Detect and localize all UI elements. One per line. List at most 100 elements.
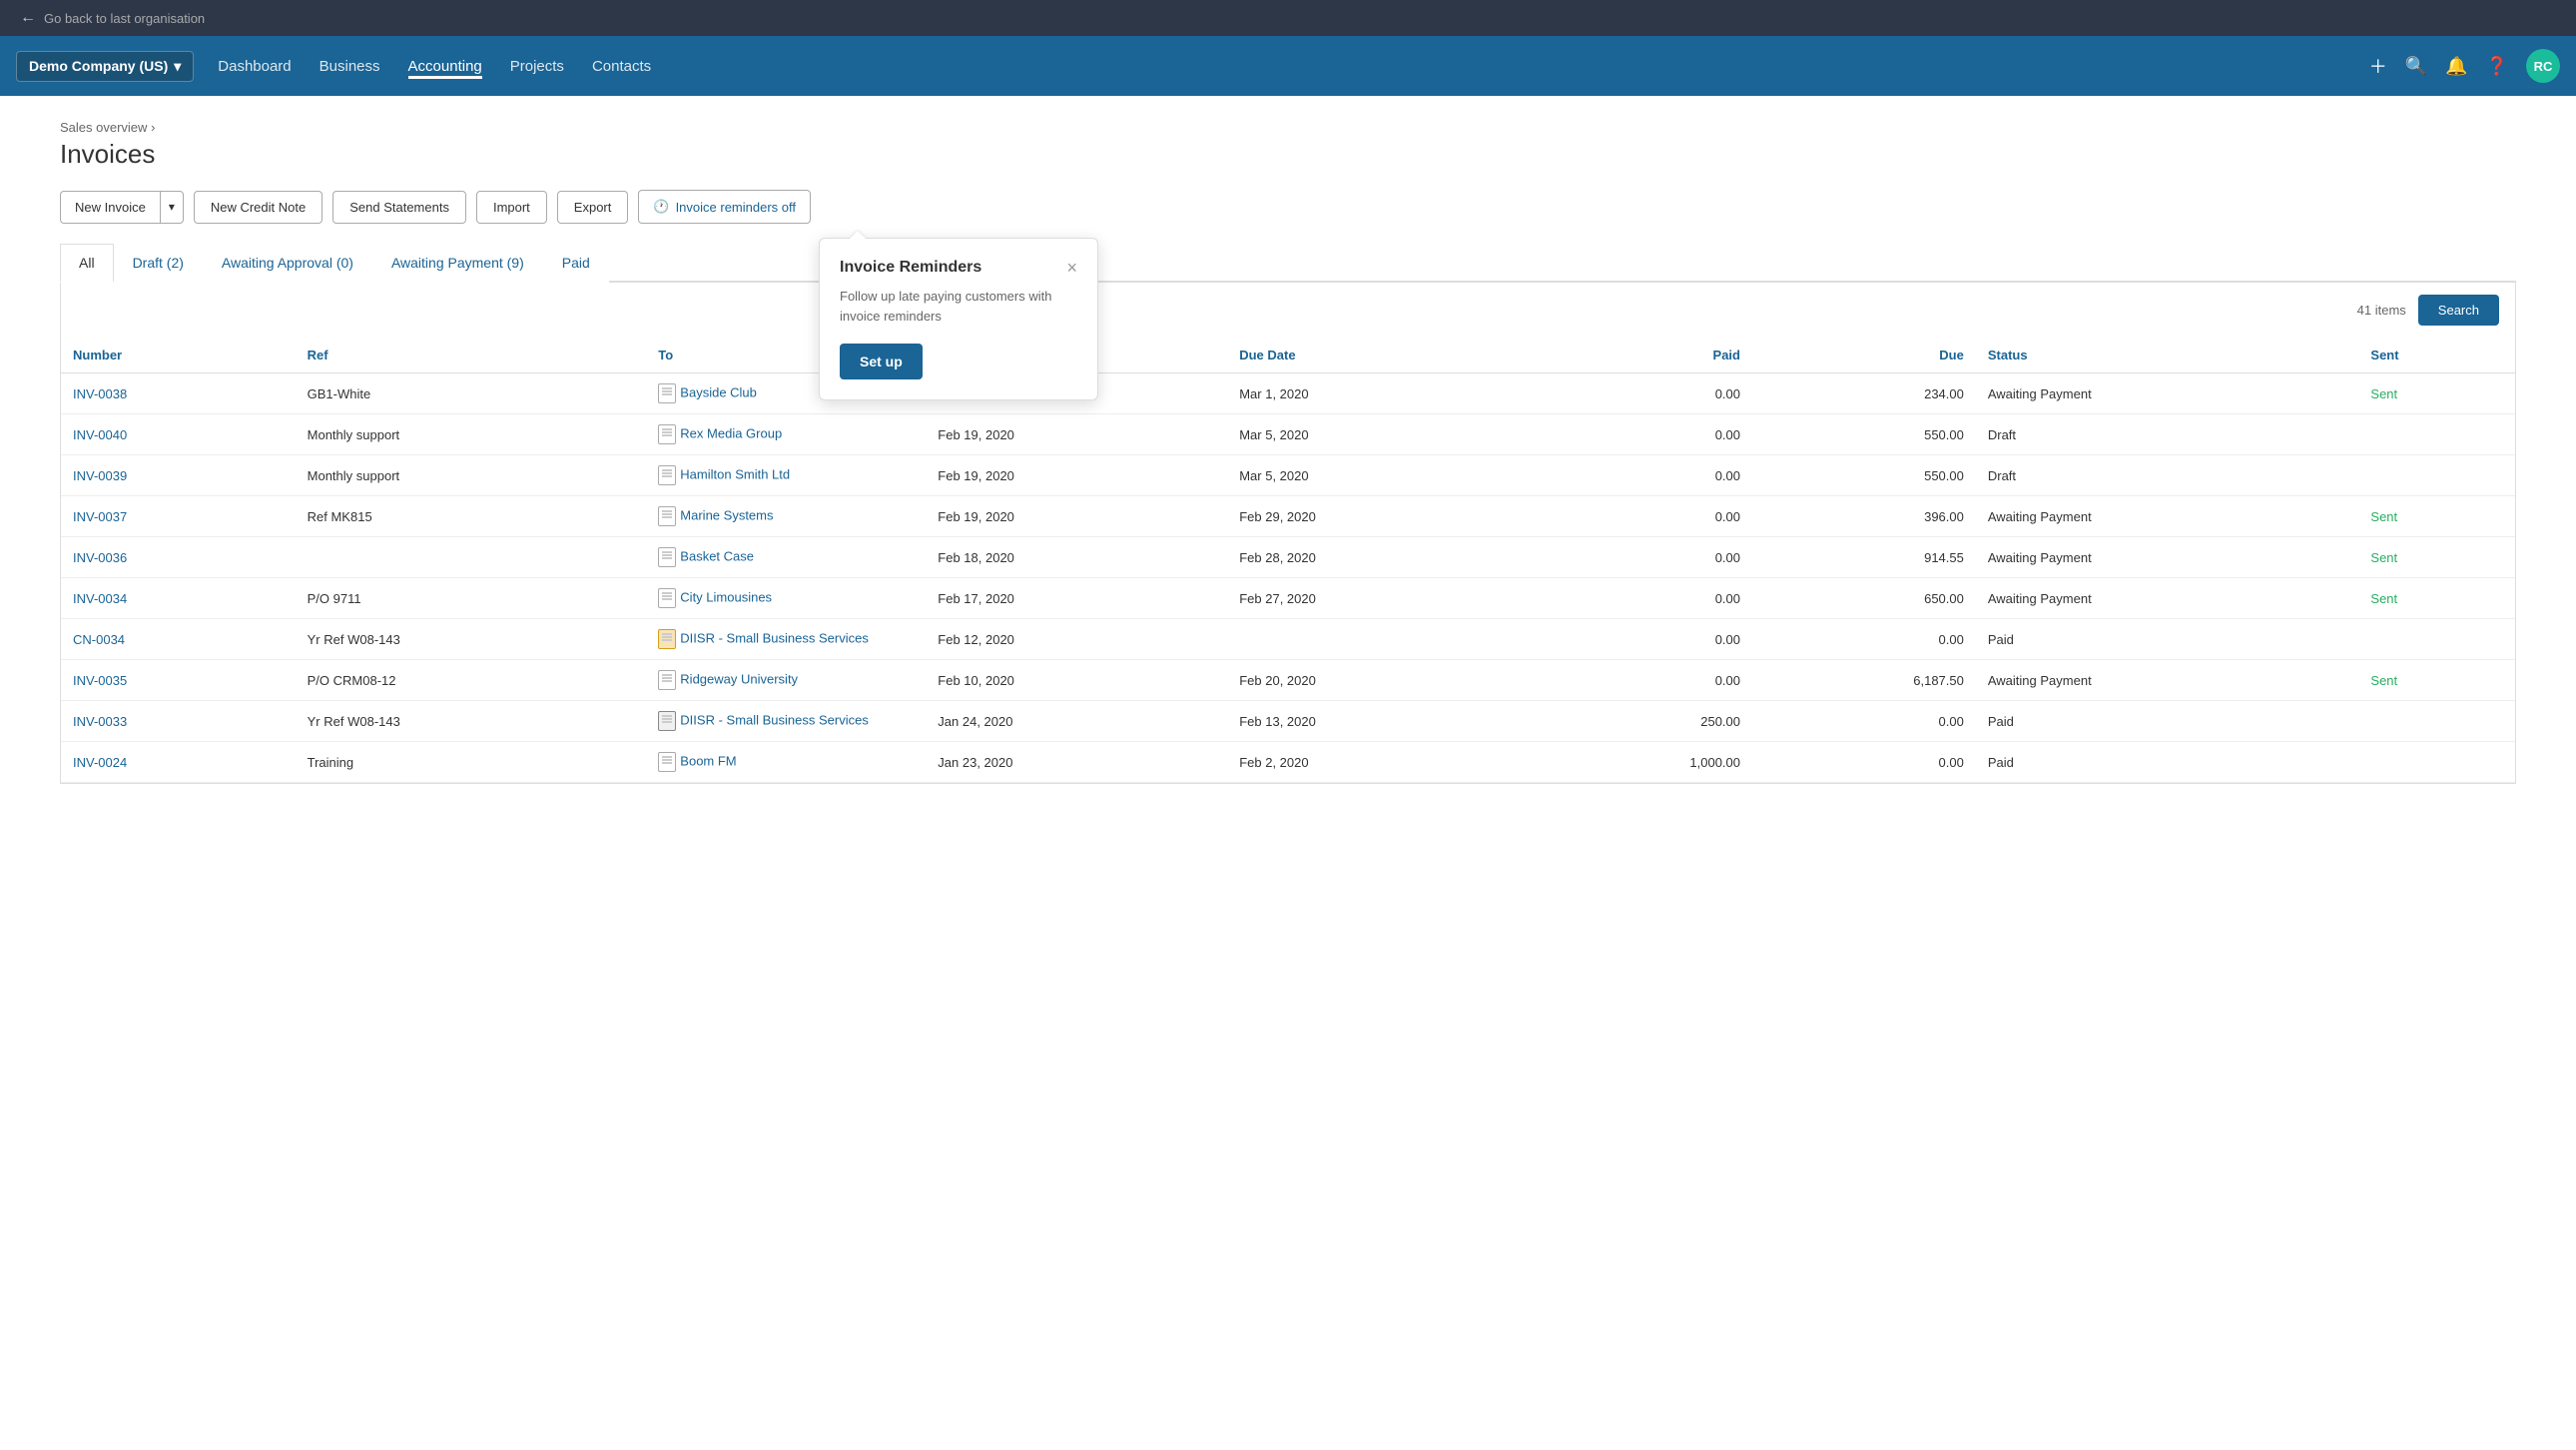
- contact-link[interactable]: Hamilton Smith Ltd: [680, 466, 790, 481]
- invoice-number-link[interactable]: INV-0035: [73, 673, 127, 688]
- cell-due-date: Mar 1, 2020: [1227, 373, 1529, 414]
- cell-due-date: Mar 5, 2020: [1227, 414, 1529, 455]
- cell-number: INV-0024: [61, 742, 296, 783]
- table-row[interactable]: INV-0035 P/O CRM08-12 Ridgeway Universit…: [61, 660, 2515, 701]
- invoices-table: Number Ref To Date ▼ Due Date Paid Due S…: [61, 338, 2515, 783]
- cell-to: DIISR - Small Business Services: [646, 701, 926, 742]
- table-row[interactable]: INV-0036 Basket Case Feb 18, 2020 Feb 28…: [61, 537, 2515, 578]
- invoice-number-link[interactable]: INV-0037: [73, 509, 127, 524]
- invoice-number-link[interactable]: INV-0036: [73, 550, 127, 565]
- invoice-number-link[interactable]: INV-0024: [73, 755, 127, 770]
- new-invoice-dropdown-button[interactable]: ▾: [160, 191, 184, 224]
- col-number[interactable]: Number: [61, 338, 296, 373]
- table-row[interactable]: INV-0040 Monthly support Rex Media Group…: [61, 414, 2515, 455]
- tab-paid[interactable]: Paid: [543, 244, 609, 283]
- nav-contacts[interactable]: Contacts: [592, 54, 651, 79]
- new-invoice-group: New Invoice ▾: [60, 191, 184, 224]
- company-switcher[interactable]: Demo Company (US) ▾: [16, 51, 194, 82]
- table-row[interactable]: INV-0037 Ref MK815 Marine Systems Feb 19…: [61, 496, 2515, 537]
- table-row[interactable]: INV-0024 Training Boom FM Jan 23, 2020 F…: [61, 742, 2515, 783]
- cell-to: DIISR - Small Business Services: [646, 619, 926, 660]
- popover-header: Invoice Reminders ×: [840, 259, 1077, 277]
- tab-draft[interactable]: Draft (2): [114, 244, 203, 283]
- cell-due: 0.00: [1752, 742, 1976, 783]
- cell-number: INV-0035: [61, 660, 296, 701]
- cell-number: INV-0037: [61, 496, 296, 537]
- col-ref[interactable]: Ref: [296, 338, 647, 373]
- cell-sent: [2358, 701, 2515, 742]
- invoice-number-link[interactable]: INV-0038: [73, 386, 127, 401]
- contact-link[interactable]: Ridgeway University: [680, 671, 798, 686]
- nav-links: Dashboard Business Accounting Projects C…: [218, 54, 2368, 79]
- cell-paid: 0.00: [1529, 619, 1752, 660]
- nav-projects[interactable]: Projects: [510, 54, 564, 79]
- contact-link[interactable]: Basket Case: [680, 548, 754, 563]
- cell-sent: Sent: [2358, 578, 2515, 619]
- breadcrumb-separator: ›: [151, 120, 155, 135]
- cell-due-date: Feb 28, 2020: [1227, 537, 1529, 578]
- table-row[interactable]: CN-0034 Yr Ref W08-143 DIISR - Small Bus…: [61, 619, 2515, 660]
- cell-ref: GB1-White: [296, 373, 647, 414]
- invoice-number-link[interactable]: INV-0033: [73, 714, 127, 729]
- cell-due-date: Feb 20, 2020: [1227, 660, 1529, 701]
- contact-link[interactable]: Bayside Club: [680, 384, 757, 399]
- col-due[interactable]: Due: [1752, 338, 1976, 373]
- cell-date: Feb 18, 2020: [926, 537, 1227, 578]
- col-paid[interactable]: Paid: [1529, 338, 1752, 373]
- contact-link[interactable]: Rex Media Group: [680, 425, 782, 440]
- cell-sent: [2358, 619, 2515, 660]
- search-icon[interactable]: 🔍: [2405, 56, 2427, 77]
- cell-ref: Yr Ref W08-143: [296, 701, 647, 742]
- table-row[interactable]: INV-0033 Yr Ref W08-143 DIISR - Small Bu…: [61, 701, 2515, 742]
- cell-status: Draft: [1976, 455, 2359, 496]
- invoice-number-link[interactable]: CN-0034: [73, 632, 125, 647]
- send-statements-button[interactable]: Send Statements: [332, 191, 466, 224]
- nav-business[interactable]: Business: [320, 54, 380, 79]
- tab-awaiting-payment[interactable]: Awaiting Payment (9): [372, 244, 543, 283]
- table-section: 41 items Search Number Ref To Date ▼ Due…: [60, 283, 2516, 784]
- plus-icon[interactable]: ＋: [2369, 53, 2387, 79]
- new-invoice-button[interactable]: New Invoice: [60, 191, 160, 224]
- breadcrumb-parent[interactable]: Sales overview: [60, 120, 147, 135]
- nav-dashboard[interactable]: Dashboard: [218, 54, 291, 79]
- col-sent[interactable]: Sent: [2358, 338, 2515, 373]
- cell-status: Paid: [1976, 619, 2359, 660]
- breadcrumb[interactable]: Sales overview ›: [60, 120, 2516, 135]
- cell-due-date: Mar 5, 2020: [1227, 455, 1529, 496]
- table-row[interactable]: INV-0034 P/O 9711 City Limousines Feb 17…: [61, 578, 2515, 619]
- cell-due: 550.00: [1752, 414, 1976, 455]
- contact-link[interactable]: Boom FM: [680, 753, 736, 768]
- contact-link[interactable]: Marine Systems: [680, 507, 773, 522]
- popover-close-button[interactable]: ×: [1066, 259, 1077, 277]
- cell-due: 914.55: [1752, 537, 1976, 578]
- cell-ref: Training: [296, 742, 647, 783]
- cell-number: INV-0036: [61, 537, 296, 578]
- contact-link[interactable]: DIISR - Small Business Services: [680, 630, 869, 645]
- table-row[interactable]: INV-0038 GB1-White Bayside Club Feb 20, …: [61, 373, 2515, 414]
- back-arrow-icon: ←: [20, 9, 36, 27]
- col-due-date[interactable]: Due Date: [1227, 338, 1529, 373]
- invoice-number-link[interactable]: INV-0040: [73, 427, 127, 442]
- invoice-reminders-button[interactable]: 🕐 Invoice reminders off: [638, 190, 811, 224]
- nav-accounting[interactable]: Accounting: [408, 54, 482, 79]
- new-credit-note-button[interactable]: New Credit Note: [194, 191, 322, 224]
- invoice-number-link[interactable]: INV-0034: [73, 591, 127, 606]
- reminders-label: Invoice reminders off: [676, 200, 796, 215]
- table-row[interactable]: INV-0039 Monthly support Hamilton Smith …: [61, 455, 2515, 496]
- cell-ref: [296, 537, 647, 578]
- help-icon[interactable]: ❓: [2486, 56, 2508, 77]
- contact-link[interactable]: City Limousines: [680, 589, 772, 604]
- tab-all[interactable]: All: [60, 244, 114, 283]
- contact-link[interactable]: DIISR - Small Business Services: [680, 712, 869, 727]
- col-status[interactable]: Status: [1976, 338, 2359, 373]
- cell-date: Jan 24, 2020: [926, 701, 1227, 742]
- popover-setup-button[interactable]: Set up: [840, 344, 923, 379]
- avatar[interactable]: RC: [2526, 49, 2560, 83]
- import-button[interactable]: Import: [476, 191, 547, 224]
- invoice-number-link[interactable]: INV-0039: [73, 468, 127, 483]
- bell-icon[interactable]: 🔔: [2445, 56, 2467, 77]
- back-label[interactable]: Go back to last organisation: [44, 11, 205, 26]
- export-button[interactable]: Export: [557, 191, 629, 224]
- tab-awaiting-approval[interactable]: Awaiting Approval (0): [203, 244, 372, 283]
- search-button[interactable]: Search: [2418, 295, 2499, 326]
